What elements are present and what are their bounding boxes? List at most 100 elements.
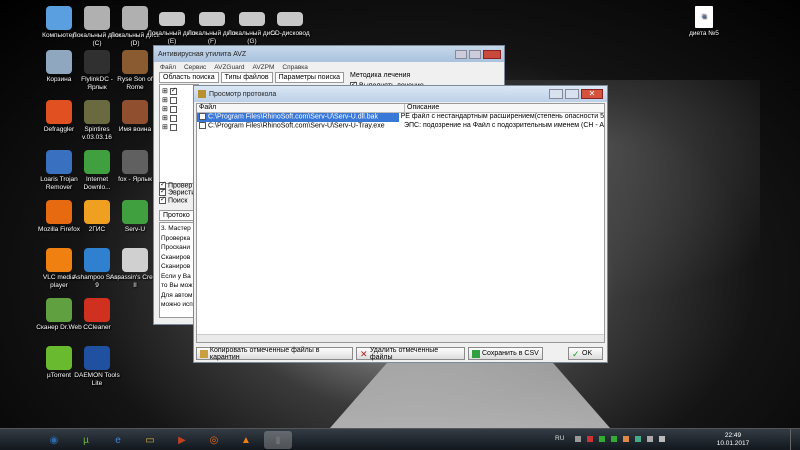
game-icon — [122, 100, 148, 124]
checkmark-icon: ✓ — [572, 348, 580, 359]
log-line: Сканиров — [161, 253, 191, 261]
save-icon — [472, 349, 480, 358]
tray-icon[interactable] — [599, 436, 605, 442]
menu-item[interactable]: AVZPM — [252, 64, 274, 71]
firefox-icon[interactable]: ◎ — [200, 431, 228, 449]
drweb-icon — [46, 298, 72, 322]
horizontal-scrollbar[interactable] — [197, 334, 604, 342]
drive-icon — [122, 6, 148, 30]
menu-item[interactable]: Сервис — [184, 64, 206, 71]
log-line: Если у Ва — [161, 272, 191, 280]
utorrent-icon — [46, 346, 72, 370]
desktop-icon-label: Spintires v.03.03.16 — [82, 126, 112, 141]
minimize-button[interactable] — [455, 49, 467, 59]
protocol-title: Просмотр протокола — [209, 90, 277, 98]
desktop-icon-label: диета №5 — [689, 30, 719, 37]
avz-title: Антивирусная утилита AVZ — [158, 50, 247, 58]
desktop-icon-label: VLC media player — [42, 274, 76, 289]
maximize-button[interactable] — [565, 89, 579, 99]
log-line: Сканиров — [161, 263, 191, 270]
tray-icon[interactable] — [611, 436, 617, 442]
row-file: C:\Program Files\RhinoSoft.com\Serv-U\Se… — [208, 122, 385, 130]
table-row[interactable]: C:\Program Files\RhinoSoft.com\Serv-U\Se… — [197, 122, 604, 131]
defraggler-icon — [46, 100, 72, 124]
col-desc-header[interactable]: Описание — [405, 104, 439, 112]
desktop-icon-label: Имя воина — [118, 126, 152, 133]
vlc-icon — [46, 248, 72, 272]
avz-tabs: Область поиска Типы файлов Параметры поиск… — [159, 72, 346, 83]
row-desc: ЭПС: подозрение на Файл с подозрительным… — [403, 122, 604, 129]
quarantine-button[interactable]: Копировать отмеченные файлы в карантин — [196, 347, 353, 361]
desktop-icon-diet-file[interactable]: ≡ диета №5 — [679, 6, 729, 38]
delete-icon: ✕ — [360, 348, 368, 359]
media-player-icon[interactable]: ▶ — [168, 431, 196, 449]
computer-icon — [46, 6, 72, 30]
ashampoo-icon — [84, 248, 110, 272]
menu-item[interactable]: Справка — [282, 64, 308, 71]
ie-icon[interactable]: e — [104, 431, 132, 449]
close-button[interactable] — [483, 49, 501, 59]
desktop-icon-label: µTorrent — [47, 372, 71, 379]
desktop-icon-label: 2ГИС — [88, 226, 106, 233]
close-icon[interactable]: ✕ — [581, 89, 603, 99]
desktop-icon-label: CCleaner — [83, 324, 111, 331]
tray-icon[interactable] — [623, 436, 629, 442]
start-orb-icon[interactable]: ◉ — [40, 431, 68, 449]
daemon-icon — [84, 346, 110, 370]
flylink-icon — [84, 50, 110, 74]
clock[interactable]: 22:49 10.01.2017 — [715, 432, 751, 448]
menu-item[interactable]: AVZGuard — [214, 64, 244, 71]
desktop-icon-label: Компьютер — [42, 32, 76, 39]
maximize-button[interactable] — [469, 49, 481, 59]
drive-icon — [159, 12, 185, 26]
results-table: Файл Описание C:\Program Files\RhinoSoft… — [196, 103, 605, 343]
clock-time: 22:49 — [724, 432, 742, 439]
table-row[interactable]: C:\Program Files\RhinoSoft.com\Serv-U\Se… — [197, 113, 604, 122]
language-indicator[interactable]: RU — [555, 435, 564, 442]
menu-item[interactable]: Файл — [160, 64, 176, 71]
spintires-icon — [84, 100, 110, 124]
volume-icon[interactable] — [659, 436, 665, 442]
tray-icon[interactable] — [647, 436, 653, 442]
log-line: 3. Мастер — [161, 225, 191, 232]
tab-search-area[interactable]: Область поиска — [159, 72, 219, 83]
protocol-tab[interactable]: Протоко — [159, 210, 196, 221]
utorrent-icon[interactable]: µ — [72, 431, 100, 449]
desktop-icon-label: Serv-U — [124, 226, 146, 233]
tray-icon[interactable] — [635, 436, 641, 442]
tab-search-params[interactable]: Параметры поиска — [274, 72, 345, 83]
tray-icon[interactable] — [587, 436, 593, 442]
minimize-button[interactable] — [549, 89, 563, 99]
desktop-icon-label: Ryse Son of Rome — [117, 76, 153, 91]
show-desktop-button[interactable] — [790, 429, 800, 450]
assassin-icon — [122, 248, 148, 272]
log-line: можно исп — [161, 301, 193, 308]
desktop-icon[interactable]: CD-дисковод — [265, 6, 315, 38]
desktop-icon[interactable]: CCleaner — [72, 298, 122, 332]
desktop-icon[interactable]: DAEMON Tools Lite — [72, 346, 122, 387]
ok-button[interactable]: ✓ OK — [568, 347, 603, 360]
protocol-window[interactable]: Просмотр протокола ✕ Файл Описание C:\Pr… — [193, 85, 608, 363]
save-csv-button[interactable]: Сохранить в CSV — [468, 347, 543, 360]
col-file-header[interactable]: Файл — [197, 104, 405, 112]
drive-icon — [84, 6, 110, 30]
desktop-icon-label: fox - Ярлык — [118, 176, 152, 183]
avz-titlebar: Антивирусная утилита AVZ — [154, 46, 504, 62]
recycle-bin-icon — [46, 50, 72, 74]
avz-menubar: Файл Сервис AVZGuard AVZPM Справка — [154, 62, 504, 72]
explorer-icon[interactable]: ▭ — [136, 431, 164, 449]
taskbar: ◉ µ e ▭ ▶ ◎ ▲ ▮ RU 22:49 10.01.2017 — [0, 428, 800, 450]
tab-file-types[interactable]: Типы файлов — [220, 72, 273, 83]
text-file-icon: ≡ — [695, 6, 713, 28]
ccleaner-icon — [84, 298, 110, 322]
drive-icon — [199, 12, 225, 26]
avz-icon[interactable]: ▮ — [264, 431, 292, 449]
table-header: Файл Описание — [197, 104, 604, 113]
avz-app-icon — [198, 90, 206, 98]
delete-button[interactable]: ✕ Удалить отмеченные файлы — [356, 347, 465, 361]
row-file: C:\Program Files\RhinoSoft.com\Serv-U\Se… — [208, 113, 378, 121]
log-line: Для автом — [161, 291, 193, 299]
desktop-icon-label: Defraggler — [43, 126, 75, 133]
tray-icon[interactable] — [575, 436, 581, 442]
vlc-icon[interactable]: ▲ — [232, 431, 260, 449]
